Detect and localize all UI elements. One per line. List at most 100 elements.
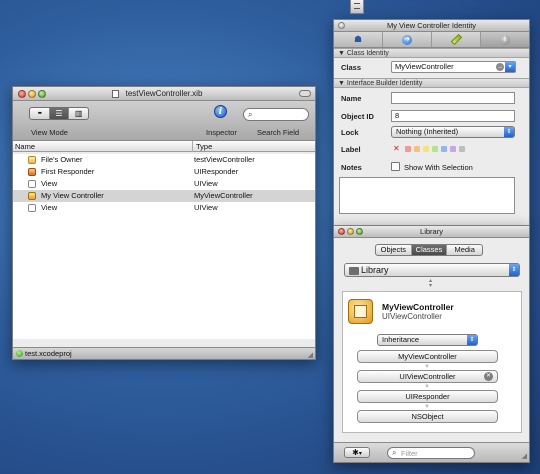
tab-identity[interactable]: i bbox=[481, 32, 529, 47]
label-swatch-yellow[interactable] bbox=[423, 146, 429, 152]
list-item[interactable]: View UIView bbox=[13, 202, 315, 214]
library-source-popup[interactable]: Library ⇕ bbox=[344, 263, 520, 277]
inspector-title: My View Controller Identity bbox=[386, 21, 477, 30]
view-icon bbox=[28, 180, 36, 188]
label-swatch-gray[interactable] bbox=[459, 146, 465, 152]
label-swatch-orange[interactable] bbox=[414, 146, 420, 152]
close-button[interactable] bbox=[18, 90, 26, 98]
inspector-label[interactable]: Inspector bbox=[206, 128, 237, 137]
gear-icon: ✱ bbox=[352, 448, 359, 457]
minimize-button[interactable] bbox=[347, 228, 354, 235]
clear-label-icon[interactable]: ✕ bbox=[393, 144, 400, 153]
list-item[interactable]: First Responder UIResponder bbox=[13, 166, 315, 178]
class-identity-header[interactable]: ▼ Class Identity bbox=[334, 48, 529, 58]
view-mode-label: View Mode bbox=[31, 128, 68, 137]
name-label: Name bbox=[341, 94, 362, 103]
column-divider[interactable] bbox=[192, 141, 193, 152]
search-input[interactable]: ⌕ bbox=[243, 108, 309, 121]
list-item-name: View bbox=[41, 179, 58, 188]
view-icon bbox=[28, 204, 36, 212]
inspector-tabs: ☗ ➔ i bbox=[334, 32, 529, 48]
tab-classes[interactable]: Classes bbox=[411, 245, 448, 255]
object-id-field[interactable]: 8 bbox=[391, 110, 515, 122]
list-icon: ☰ bbox=[55, 109, 63, 118]
icon-view-segment[interactable]: ▪▪ bbox=[30, 108, 50, 119]
list-view-segment[interactable]: ☰ bbox=[49, 108, 70, 119]
label-swatch-blue[interactable] bbox=[441, 146, 447, 152]
class-name-title: MyViewController bbox=[382, 302, 454, 312]
library-segmented-control[interactable]: Objects Classes Media bbox=[375, 244, 483, 256]
name-field[interactable] bbox=[391, 92, 515, 104]
popup-arrows-icon: ⇕ bbox=[509, 264, 519, 276]
show-with-selection-checkbox[interactable] bbox=[391, 162, 400, 171]
label-swatch-green[interactable] bbox=[432, 146, 438, 152]
disclosure-triangle-icon: ▼ bbox=[338, 80, 347, 87]
zoom-button[interactable] bbox=[356, 228, 363, 235]
type-column-header[interactable]: Type bbox=[196, 141, 212, 152]
tab-connections[interactable]: ➔ bbox=[383, 32, 432, 47]
resize-grip-icon[interactable]: ◢ bbox=[308, 350, 313, 359]
action-gear-button[interactable]: ✱▾ bbox=[344, 447, 370, 458]
tab-media[interactable]: Media bbox=[447, 245, 482, 255]
disclosure-triangle-icon: ▼ bbox=[338, 50, 347, 57]
class-identity-section: Class MyViewController → ▾ bbox=[334, 58, 529, 78]
menubar-extra-icon[interactable] bbox=[350, 0, 364, 14]
connections-icon: ➔ bbox=[402, 34, 412, 45]
ib-identity-section: Name Object ID 8 Lock Nothing (Inherited… bbox=[334, 88, 529, 216]
navigate-class-icon[interactable]: ✕ bbox=[484, 372, 493, 381]
class-detail-pane: MyViewController UIViewController Inheri… bbox=[342, 291, 522, 433]
class-label: Class bbox=[341, 63, 362, 72]
project-name[interactable]: test.xcodeproj bbox=[25, 348, 72, 359]
chain-item-myviewcontroller[interactable]: MyViewController bbox=[357, 350, 498, 363]
zoom-button[interactable] bbox=[38, 90, 46, 98]
close-button[interactable] bbox=[338, 228, 345, 235]
notes-textarea[interactable] bbox=[339, 177, 515, 214]
show-with-selection-label[interactable]: Show With Selection bbox=[404, 163, 473, 172]
xib-document-window: testViewController.xib ▪▪ ☰ ▥ View Mode … bbox=[12, 86, 316, 360]
list-item[interactable]: File's Owner testViewController bbox=[13, 154, 315, 166]
inheritance-popup[interactable]: Inheritance ⇕ bbox=[377, 334, 478, 346]
class-combo-field[interactable]: MyViewController → ▾ bbox=[391, 61, 516, 73]
list-item[interactable]: View UIView bbox=[13, 178, 315, 190]
chain-item-uiviewcontroller[interactable]: UIViewController ✕ bbox=[357, 370, 498, 383]
library-titlebar: Library bbox=[334, 226, 529, 238]
inspector-info-icon[interactable]: i bbox=[214, 105, 227, 118]
tab-size[interactable] bbox=[432, 32, 481, 47]
filter-placeholder: Filter bbox=[401, 449, 418, 458]
ib-identity-header[interactable]: ▼ Interface Builder Identity bbox=[334, 78, 529, 88]
tab-objects[interactable]: Objects bbox=[376, 245, 412, 255]
label-swatch-red[interactable] bbox=[405, 146, 411, 152]
clear-field-icon[interactable]: → bbox=[496, 63, 504, 71]
search-icon: ⌕ bbox=[248, 110, 253, 119]
label-swatch-purple[interactable] bbox=[450, 146, 456, 152]
list-item-type: UIResponder bbox=[194, 167, 239, 176]
chevron-down-icon: ▾ bbox=[358, 451, 362, 457]
library-title: Library bbox=[420, 227, 443, 236]
popup-arrows-icon: ⇕ bbox=[504, 127, 514, 137]
chain-item-uiresponder[interactable]: UIResponder bbox=[357, 390, 498, 403]
splitter-handle-icon[interactable]: ▴ ▾ bbox=[429, 278, 432, 289]
filter-search-input[interactable]: ⌕ Filter bbox=[387, 447, 475, 459]
library-panel: Library Objects Classes Media Library ⇕ … bbox=[333, 225, 530, 463]
combo-arrow-icon[interactable]: ▾ bbox=[505, 62, 515, 72]
name-column-header[interactable]: Name bbox=[15, 141, 35, 152]
close-button[interactable] bbox=[338, 22, 345, 29]
view-mode-segmented-control[interactable]: ▪▪ ☰ ▥ bbox=[29, 107, 89, 120]
identity-inspector-panel: My View Controller Identity ☗ ➔ i ▼ Clas… bbox=[333, 19, 530, 229]
list-item-selected[interactable]: My View Controller MyViewController bbox=[13, 190, 315, 202]
search-icon: ⌕ bbox=[392, 448, 397, 457]
list-item-name: First Responder bbox=[41, 167, 95, 176]
project-status-icon bbox=[16, 350, 23, 357]
chain-item-nsobject[interactable]: NSObject bbox=[357, 410, 498, 423]
identity-icon: i bbox=[500, 34, 510, 45]
column-view-segment[interactable]: ▥ bbox=[69, 108, 88, 119]
resize-grip-icon[interactable]: ◢ bbox=[522, 452, 527, 460]
view-controller-large-icon bbox=[348, 299, 373, 324]
lock-value: Nothing (Inherited) bbox=[396, 127, 459, 136]
class-identity-title: Class Identity bbox=[346, 50, 389, 57]
tab-attributes[interactable]: ☗ bbox=[334, 32, 383, 47]
xib-toolbar: ▪▪ ☰ ▥ View Mode i Inspector ⌕ Search Fi… bbox=[13, 101, 315, 141]
toolbar-toggle-button[interactable] bbox=[299, 90, 311, 97]
minimize-button[interactable] bbox=[28, 90, 36, 98]
lock-popup[interactable]: Nothing (Inherited) ⇕ bbox=[391, 126, 515, 138]
